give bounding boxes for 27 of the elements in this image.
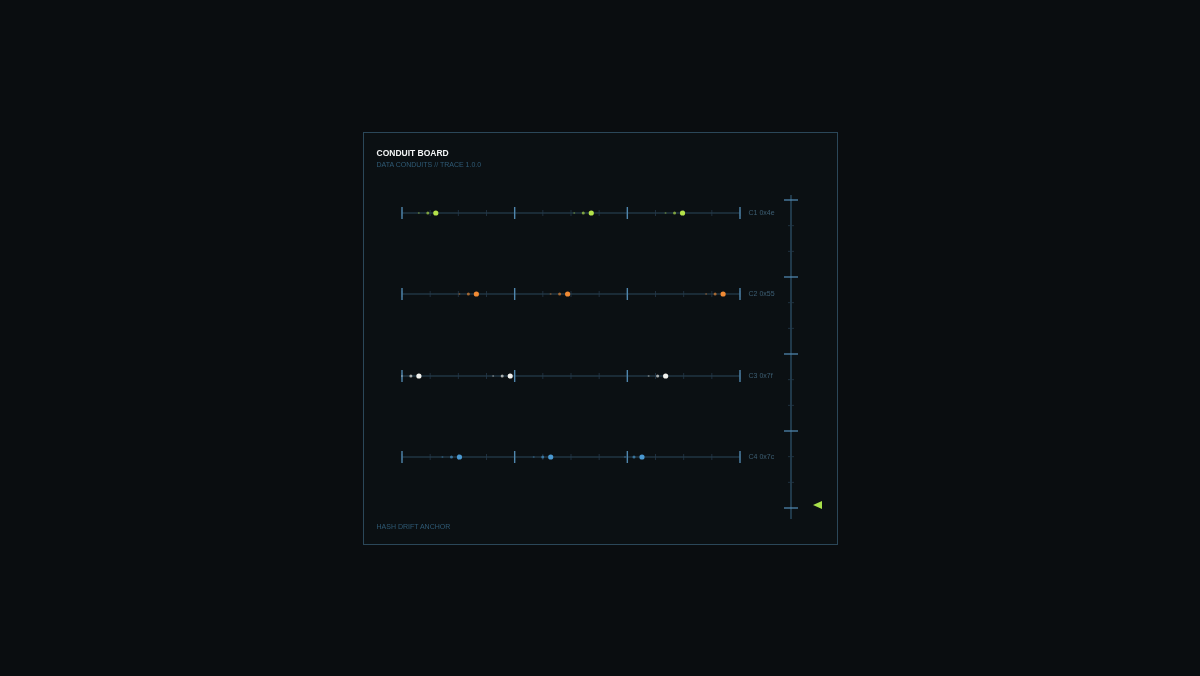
pointer-triangle-icon [812, 499, 823, 510]
board-title: CONDUIT BOARD [376, 146, 450, 159]
signal-dot [664, 211, 667, 214]
signal-dot [672, 211, 676, 214]
signal-dot [564, 291, 570, 297]
signal-dot [547, 454, 553, 460]
signal-dot [713, 292, 717, 296]
signal-dot [638, 454, 645, 460]
signal-dot [632, 455, 635, 459]
signal-dot [581, 211, 585, 214]
signal-dot [720, 291, 726, 297]
signal-dot [408, 374, 412, 377]
signal-dot [491, 374, 494, 377]
signal-dot [500, 374, 504, 377]
signal-dot [507, 372, 513, 379]
signal-dot [662, 372, 668, 379]
signal-dot [449, 455, 453, 459]
signal-dot [417, 211, 420, 214]
signal-dot [647, 374, 650, 377]
signal-dot [557, 292, 561, 296]
signal-dot [572, 211, 575, 214]
signal-dot [679, 209, 685, 216]
signal-dot [540, 455, 544, 459]
signal-dot [466, 292, 470, 296]
signal-dot [425, 211, 429, 214]
signal-dot [655, 374, 659, 377]
signal-dot [588, 209, 594, 216]
